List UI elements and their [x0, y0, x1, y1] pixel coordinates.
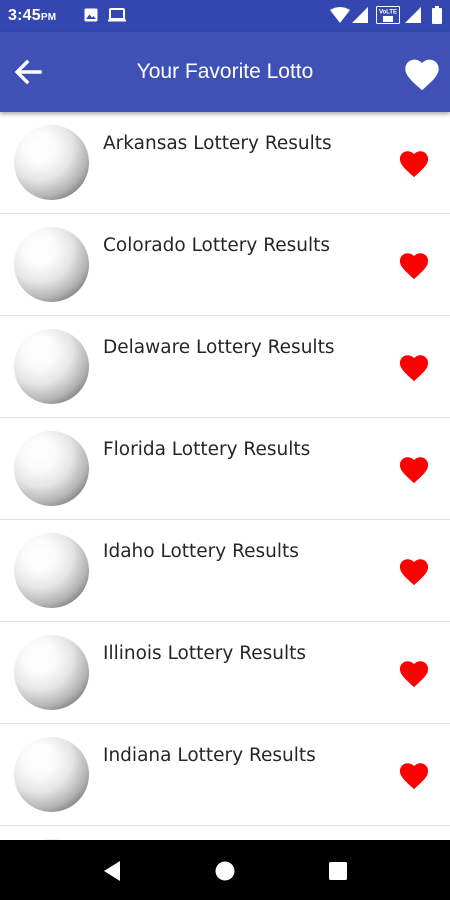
list-item-label: Colorado Lottery Results [103, 235, 331, 256]
lottery-ball-icon [14, 635, 89, 710]
signal-icon-secondary [405, 7, 421, 23]
list-item[interactable] [0, 826, 450, 840]
heart-icon[interactable] [397, 759, 431, 790]
heart-icon[interactable] [397, 555, 431, 586]
volte-icon: VoLTE [376, 6, 400, 24]
lottery-ball-icon [14, 227, 89, 302]
list-item-label: Indiana Lottery Results [103, 745, 316, 766]
lottery-ball-icon [14, 533, 89, 608]
heart-icon[interactable] [397, 657, 431, 688]
battery-icon [432, 6, 442, 24]
status-time-value: 3:45 [8, 7, 41, 24]
heart-icon[interactable] [397, 453, 431, 484]
list-item-label: Idaho Lottery Results [103, 541, 299, 562]
list-item[interactable]: Delaware Lottery Results [0, 316, 450, 418]
list-item[interactable]: Illinois Lottery Results [0, 622, 450, 724]
status-time-ampm: PM [40, 12, 57, 23]
laptop-icon [108, 8, 126, 22]
signal-icon [352, 7, 368, 23]
app-bar: Your Favorite Lotto [0, 32, 450, 112]
volte-label: VoLTE [379, 10, 397, 16]
back-triangle-icon[interactable] [100, 858, 126, 884]
recents-square-icon[interactable] [325, 858, 351, 884]
list-item-label: Arkansas Lottery Results [103, 133, 332, 154]
page-title: Your Favorite Lotto [136, 60, 314, 83]
heart-icon[interactable] [402, 54, 442, 92]
heart-icon[interactable] [397, 147, 431, 178]
lottery-list[interactable]: Arkansas Lottery Results Colorado Lotter… [0, 112, 450, 840]
list-item[interactable]: Idaho Lottery Results [0, 520, 450, 622]
heart-icon[interactable] [397, 249, 431, 280]
system-nav-bar [0, 840, 450, 900]
list-item[interactable]: Florida Lottery Results [0, 418, 450, 520]
list-item-label: Illinois Lottery Results [103, 643, 307, 664]
lottery-ball-icon [14, 329, 89, 404]
status-bar: 3:45PM VoLTE [0, 0, 450, 32]
list-item[interactable]: Arkansas Lottery Results [0, 112, 450, 214]
list-item[interactable]: Indiana Lottery Results [0, 724, 450, 826]
status-time: 3:45PM [8, 7, 56, 25]
heart-icon[interactable] [397, 351, 431, 382]
list-item[interactable]: Colorado Lottery Results [0, 214, 450, 316]
lottery-ball-icon [14, 431, 89, 506]
lottery-ball-icon [14, 125, 89, 200]
lottery-ball-icon [14, 737, 89, 812]
list-item-label: Florida Lottery Results [103, 439, 311, 460]
home-circle-icon[interactable] [212, 858, 238, 884]
list-item-label: Delaware Lottery Results [103, 337, 335, 358]
wifi-icon [330, 7, 350, 23]
image-icon [84, 8, 98, 22]
